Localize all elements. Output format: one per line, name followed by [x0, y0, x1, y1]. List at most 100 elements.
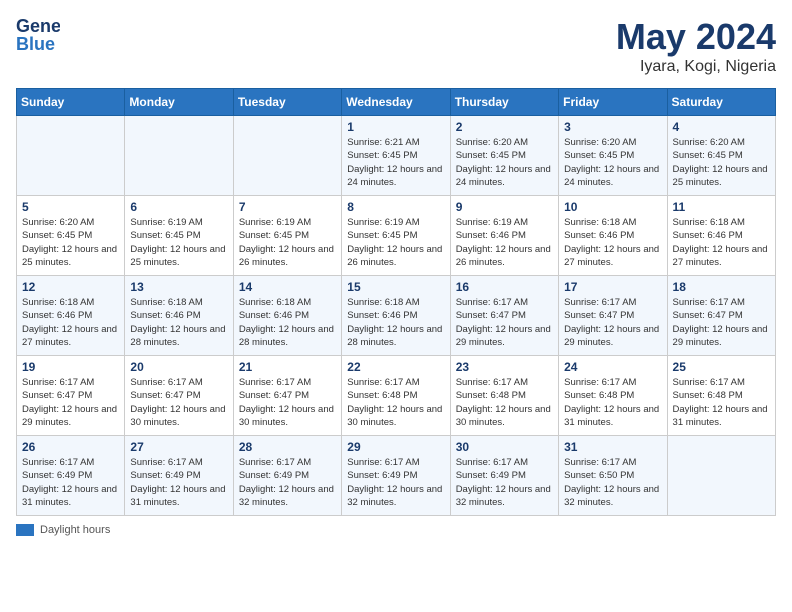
calendar-day-cell: 2 Sunrise: 6:20 AMSunset: 6:45 PMDaylight… [450, 116, 558, 196]
day-number: 23 [456, 360, 553, 374]
calendar-day-cell [233, 116, 341, 196]
day-number: 17 [564, 280, 661, 294]
calendar-week-row: 26 Sunrise: 6:17 AMSunset: 6:49 PMDayligh… [17, 436, 776, 516]
weekday-header-wednesday: Wednesday [342, 89, 450, 116]
day-number: 18 [673, 280, 770, 294]
day-info: Sunrise: 6:21 AMSunset: 6:45 PMDaylight:… [347, 136, 444, 189]
calendar-day-cell: 21 Sunrise: 6:17 AMSunset: 6:47 PMDayligh… [233, 356, 341, 436]
svg-text:Blue: Blue [16, 34, 55, 54]
calendar-day-cell: 23 Sunrise: 6:17 AMSunset: 6:48 PMDayligh… [450, 356, 558, 436]
day-info: Sunrise: 6:20 AMSunset: 6:45 PMDaylight:… [22, 216, 119, 269]
day-number: 16 [456, 280, 553, 294]
day-info: Sunrise: 6:19 AMSunset: 6:46 PMDaylight:… [456, 216, 553, 269]
day-number: 7 [239, 200, 336, 214]
calendar-week-row: 19 Sunrise: 6:17 AMSunset: 6:47 PMDayligh… [17, 356, 776, 436]
calendar-day-cell: 3 Sunrise: 6:20 AMSunset: 6:45 PMDaylight… [559, 116, 667, 196]
day-info: Sunrise: 6:17 AMSunset: 6:47 PMDaylight:… [239, 376, 336, 429]
calendar-day-cell: 28 Sunrise: 6:17 AMSunset: 6:49 PMDayligh… [233, 436, 341, 516]
day-number: 2 [456, 120, 553, 134]
calendar-day-cell: 30Sunrise: 6:17 AMSunset: 6:49 PMDayligh… [450, 436, 558, 516]
calendar-day-cell: 1 Sunrise: 6:21 AMSunset: 6:45 PMDaylight… [342, 116, 450, 196]
day-number: 25 [673, 360, 770, 374]
calendar-week-row: 5 Sunrise: 6:20 AMSunset: 6:45 PMDaylight… [17, 196, 776, 276]
day-info: Sunrise: 6:19 AMSunset: 6:45 PMDaylight:… [239, 216, 336, 269]
day-number: 8 [347, 200, 444, 214]
day-info: Sunrise: 6:17 AMSunset: 6:49 PMDaylight:… [347, 456, 444, 509]
day-info: Sunrise: 6:20 AMSunset: 6:45 PMDaylight:… [673, 136, 770, 189]
day-info: Sunrise: 6:18 AMSunset: 6:46 PMDaylight:… [130, 296, 227, 349]
calendar-day-cell: 19Sunrise: 6:17 AMSunset: 6:47 PMDayligh… [17, 356, 125, 436]
calendar-day-cell: 5 Sunrise: 6:20 AMSunset: 6:45 PMDaylight… [17, 196, 125, 276]
calendar-day-cell [125, 116, 233, 196]
day-info: Sunrise: 6:17 AMSunset: 6:47 PMDaylight:… [673, 296, 770, 349]
logo: General Blue [16, 16, 60, 56]
day-info: Sunrise: 6:17 AMSunset: 6:49 PMDaylight:… [22, 456, 119, 509]
calendar-day-cell: 11 Sunrise: 6:18 AMSunset: 6:46 PMDayligh… [667, 196, 775, 276]
calendar-day-cell: 15 Sunrise: 6:18 AMSunset: 6:46 PMDayligh… [342, 276, 450, 356]
day-number: 19 [22, 360, 119, 374]
calendar-week-row: 12 Sunrise: 6:18 AMSunset: 6:46 PMDayligh… [17, 276, 776, 356]
day-number: 1 [347, 120, 444, 134]
day-info: Sunrise: 6:17 AMSunset: 6:48 PMDaylight:… [456, 376, 553, 429]
day-number: 26 [22, 440, 119, 454]
weekday-header-friday: Friday [559, 89, 667, 116]
day-info: Sunrise: 6:20 AMSunset: 6:45 PMDaylight:… [564, 136, 661, 189]
day-info: Sunrise: 6:19 AMSunset: 6:45 PMDaylight:… [130, 216, 227, 269]
day-info: Sunrise: 6:17 AMSunset: 6:49 PMDaylight:… [239, 456, 336, 509]
footer: Daylight hours [16, 524, 776, 536]
day-number: 3 [564, 120, 661, 134]
day-number: 13 [130, 280, 227, 294]
day-number: 12 [22, 280, 119, 294]
day-info: Sunrise: 6:17 AMSunset: 6:48 PMDaylight:… [347, 376, 444, 429]
svg-text:General: General [16, 16, 60, 36]
calendar-day-cell: 6 Sunrise: 6:19 AMSunset: 6:45 PMDaylight… [125, 196, 233, 276]
day-number: 31 [564, 440, 661, 454]
day-info: Sunrise: 6:18 AMSunset: 6:46 PMDaylight:… [347, 296, 444, 349]
day-number: 14 [239, 280, 336, 294]
weekday-header-sunday: Sunday [17, 89, 125, 116]
calendar-table: SundayMondayTuesdayWednesdayThursdayFrid… [16, 88, 776, 516]
day-number: 10 [564, 200, 661, 214]
calendar-day-cell: 16 Sunrise: 6:17 AMSunset: 6:47 PMDayligh… [450, 276, 558, 356]
title-block: May 2024 Iyara, Kogi, Nigeria [616, 16, 776, 76]
day-info: Sunrise: 6:17 AMSunset: 6:47 PMDaylight:… [130, 376, 227, 429]
calendar-day-cell: 25Sunrise: 6:17 AMSunset: 6:48 PMDayligh… [667, 356, 775, 436]
day-info: Sunrise: 6:18 AMSunset: 6:46 PMDaylight:… [22, 296, 119, 349]
calendar-day-cell: 27Sunrise: 6:17 AMSunset: 6:49 PMDayligh… [125, 436, 233, 516]
calendar-day-cell: 20 Sunrise: 6:17 AMSunset: 6:47 PMDayligh… [125, 356, 233, 436]
weekday-header-tuesday: Tuesday [233, 89, 341, 116]
calendar-day-cell: 14 Sunrise: 6:18 AMSunset: 6:46 PMDayligh… [233, 276, 341, 356]
day-number: 6 [130, 200, 227, 214]
calendar-day-cell: 7 Sunrise: 6:19 AMSunset: 6:45 PMDaylight… [233, 196, 341, 276]
day-info: Sunrise: 6:18 AMSunset: 6:46 PMDaylight:… [239, 296, 336, 349]
day-info: Sunrise: 6:17 AMSunset: 6:48 PMDaylight:… [564, 376, 661, 429]
calendar-day-cell: 10Sunrise: 6:18 AMSunset: 6:46 PMDayligh… [559, 196, 667, 276]
calendar-day-cell [667, 436, 775, 516]
calendar-day-cell [17, 116, 125, 196]
day-info: Sunrise: 6:18 AMSunset: 6:46 PMDaylight:… [673, 216, 770, 269]
day-number: 27 [130, 440, 227, 454]
calendar-day-cell: 8Sunrise: 6:19 AMSunset: 6:45 PMDaylight… [342, 196, 450, 276]
day-number: 21 [239, 360, 336, 374]
day-number: 5 [22, 200, 119, 214]
page-header: General Blue May 2024 Iyara, Kogi, Niger… [16, 16, 776, 76]
location-title: Iyara, Kogi, Nigeria [616, 58, 776, 76]
day-number: 11 [673, 200, 770, 214]
day-number: 20 [130, 360, 227, 374]
calendar-day-cell: 13 Sunrise: 6:18 AMSunset: 6:46 PMDayligh… [125, 276, 233, 356]
day-number: 30 [456, 440, 553, 454]
day-number: 22 [347, 360, 444, 374]
footer-label: Daylight hours [40, 524, 110, 536]
calendar-day-cell: 31Sunrise: 6:17 AMSunset: 6:50 PMDayligh… [559, 436, 667, 516]
calendar-day-cell: 4Sunrise: 6:20 AMSunset: 6:45 PMDaylight… [667, 116, 775, 196]
weekday-header-saturday: Saturday [667, 89, 775, 116]
day-number: 29 [347, 440, 444, 454]
day-number: 28 [239, 440, 336, 454]
month-title: May 2024 [616, 16, 776, 58]
day-number: 15 [347, 280, 444, 294]
weekday-header-row: SundayMondayTuesdayWednesdayThursdayFrid… [17, 89, 776, 116]
day-info: Sunrise: 6:17 AMSunset: 6:47 PMDaylight:… [456, 296, 553, 349]
calendar-day-cell: 26 Sunrise: 6:17 AMSunset: 6:49 PMDayligh… [17, 436, 125, 516]
day-info: Sunrise: 6:17 AMSunset: 6:47 PMDaylight:… [564, 296, 661, 349]
day-info: Sunrise: 6:20 AMSunset: 6:45 PMDaylight:… [456, 136, 553, 189]
